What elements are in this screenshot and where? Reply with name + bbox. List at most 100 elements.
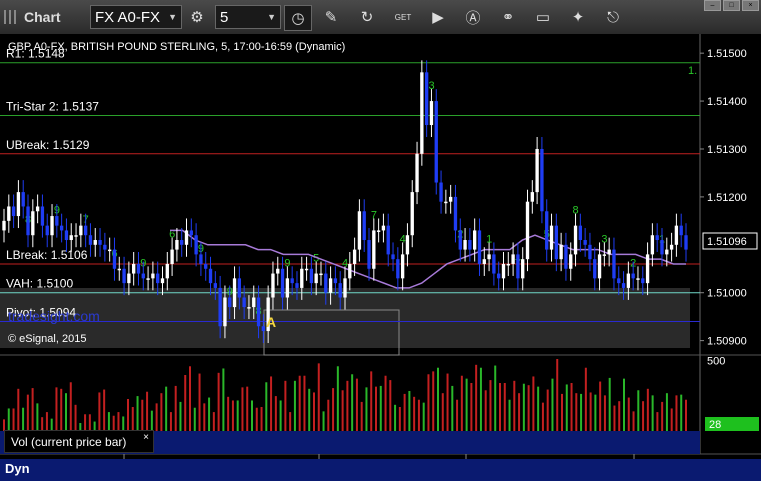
volume-bar	[332, 388, 335, 431]
candle-body	[669, 244, 674, 250]
candle-body	[304, 268, 309, 271]
volume-bar	[479, 367, 482, 431]
volume-bar	[327, 399, 330, 431]
candle-body	[429, 101, 434, 126]
price-tick-label: 1.51500	[707, 48, 747, 60]
candle-body	[415, 153, 419, 193]
alert-icon[interactable]: Ⓐ	[460, 5, 486, 29]
candle-body	[112, 249, 117, 269]
candle-body	[376, 230, 381, 232]
minimize-icon[interactable]: –	[704, 0, 721, 11]
settings-icon[interactable]: ⚙	[184, 5, 210, 29]
candle-body	[410, 192, 414, 236]
candle-body	[583, 240, 587, 245]
candle-body	[453, 196, 458, 231]
candle-body	[679, 225, 683, 236]
candle-body	[578, 225, 583, 241]
candle-body	[352, 249, 357, 264]
candle-body	[31, 211, 35, 236]
volume-bar	[580, 393, 583, 431]
volume-bar	[174, 385, 177, 431]
interval-selector[interactable]: 5 ▼	[215, 5, 281, 29]
watermark: tradesight.com	[8, 308, 100, 324]
volume-bar	[656, 412, 659, 431]
candle-body	[7, 206, 11, 221]
volume-bar	[422, 402, 425, 431]
volume-bar	[494, 365, 497, 431]
volume-bar	[355, 378, 358, 431]
candle-body	[391, 254, 395, 260]
clock-icon[interactable]: ◷	[284, 5, 312, 31]
volume-bar	[475, 364, 478, 431]
share-icon[interactable]: ⎋	[600, 5, 626, 29]
twitter-icon[interactable]: ✦	[565, 5, 591, 29]
volume-bar	[403, 393, 406, 431]
candle-body	[194, 235, 198, 255]
volume-bar	[532, 376, 535, 431]
pencil-icon[interactable]: ✎	[318, 5, 344, 29]
volume-bar	[527, 385, 530, 431]
volume-bar	[627, 397, 630, 431]
volume-bar	[499, 383, 501, 431]
candle-body	[156, 273, 160, 284]
volume-bar	[227, 396, 230, 431]
volume-bar	[293, 380, 296, 431]
volume-bar	[561, 393, 563, 431]
candle-body	[237, 278, 242, 298]
symbol-selector[interactable]: FX A0-FX ▼	[90, 5, 182, 29]
volume-bar	[279, 400, 282, 431]
volume-bar	[322, 411, 325, 431]
candle-body	[309, 268, 314, 284]
maximize-icon[interactable]: □	[723, 0, 740, 11]
candle-body	[136, 263, 141, 274]
volume-bar	[308, 388, 311, 431]
candle-body	[487, 254, 491, 260]
candle-body	[343, 278, 347, 298]
candle-body	[381, 225, 386, 231]
volume-bar	[236, 400, 239, 431]
candle-body	[88, 235, 93, 245]
volume-bar	[88, 414, 91, 431]
volume-bar	[637, 390, 640, 431]
volume-bar	[165, 386, 168, 431]
candle-body	[665, 249, 669, 255]
volume-axis-ticks: 500	[707, 355, 725, 367]
volume-tick-label: 500	[707, 355, 725, 367]
volume-bar	[336, 366, 339, 431]
candle-body	[319, 273, 323, 276]
volume-bar	[69, 382, 72, 431]
last-price: 1.51096	[707, 236, 747, 248]
refresh-icon[interactable]: ↻	[354, 5, 380, 29]
volume-bar	[303, 375, 306, 431]
volume-study-label[interactable]: Vol (current price bar) ×	[4, 430, 154, 453]
volume-bar	[193, 407, 196, 431]
volume-bar	[203, 403, 206, 431]
link-icon[interactable]: ⚭	[495, 5, 521, 29]
get-icon[interactable]: GET	[390, 5, 416, 29]
candle-body	[74, 235, 78, 237]
volume-bar	[623, 378, 625, 431]
volume-bar	[484, 390, 487, 431]
volume-bar	[446, 373, 449, 431]
volume-bar	[589, 392, 592, 431]
volume-bar	[179, 401, 182, 431]
volume-bar	[432, 371, 435, 431]
volume-bar	[255, 407, 258, 431]
candle-body	[549, 225, 554, 250]
volume-bar	[36, 403, 39, 431]
volume-last: 28	[709, 419, 721, 431]
candle-body	[535, 148, 539, 193]
close-icon[interactable]: ×	[143, 432, 149, 443]
chat-icon[interactable]: ▭	[530, 5, 556, 29]
candle-body	[175, 240, 179, 250]
price-chart[interactable]: R1: 1.5148Tri-Star 2: 1.5137UBreak: 1.51…	[0, 34, 761, 481]
candle-body	[280, 268, 285, 298]
volume-bar	[460, 375, 463, 431]
candle-body	[444, 201, 448, 204]
volume-bar	[298, 375, 301, 431]
candle-body	[645, 254, 650, 284]
candle-body	[525, 201, 530, 260]
close-icon[interactable]: ×	[742, 0, 759, 11]
volume-bar	[603, 395, 606, 431]
play-icon[interactable]: ▶	[425, 5, 451, 29]
